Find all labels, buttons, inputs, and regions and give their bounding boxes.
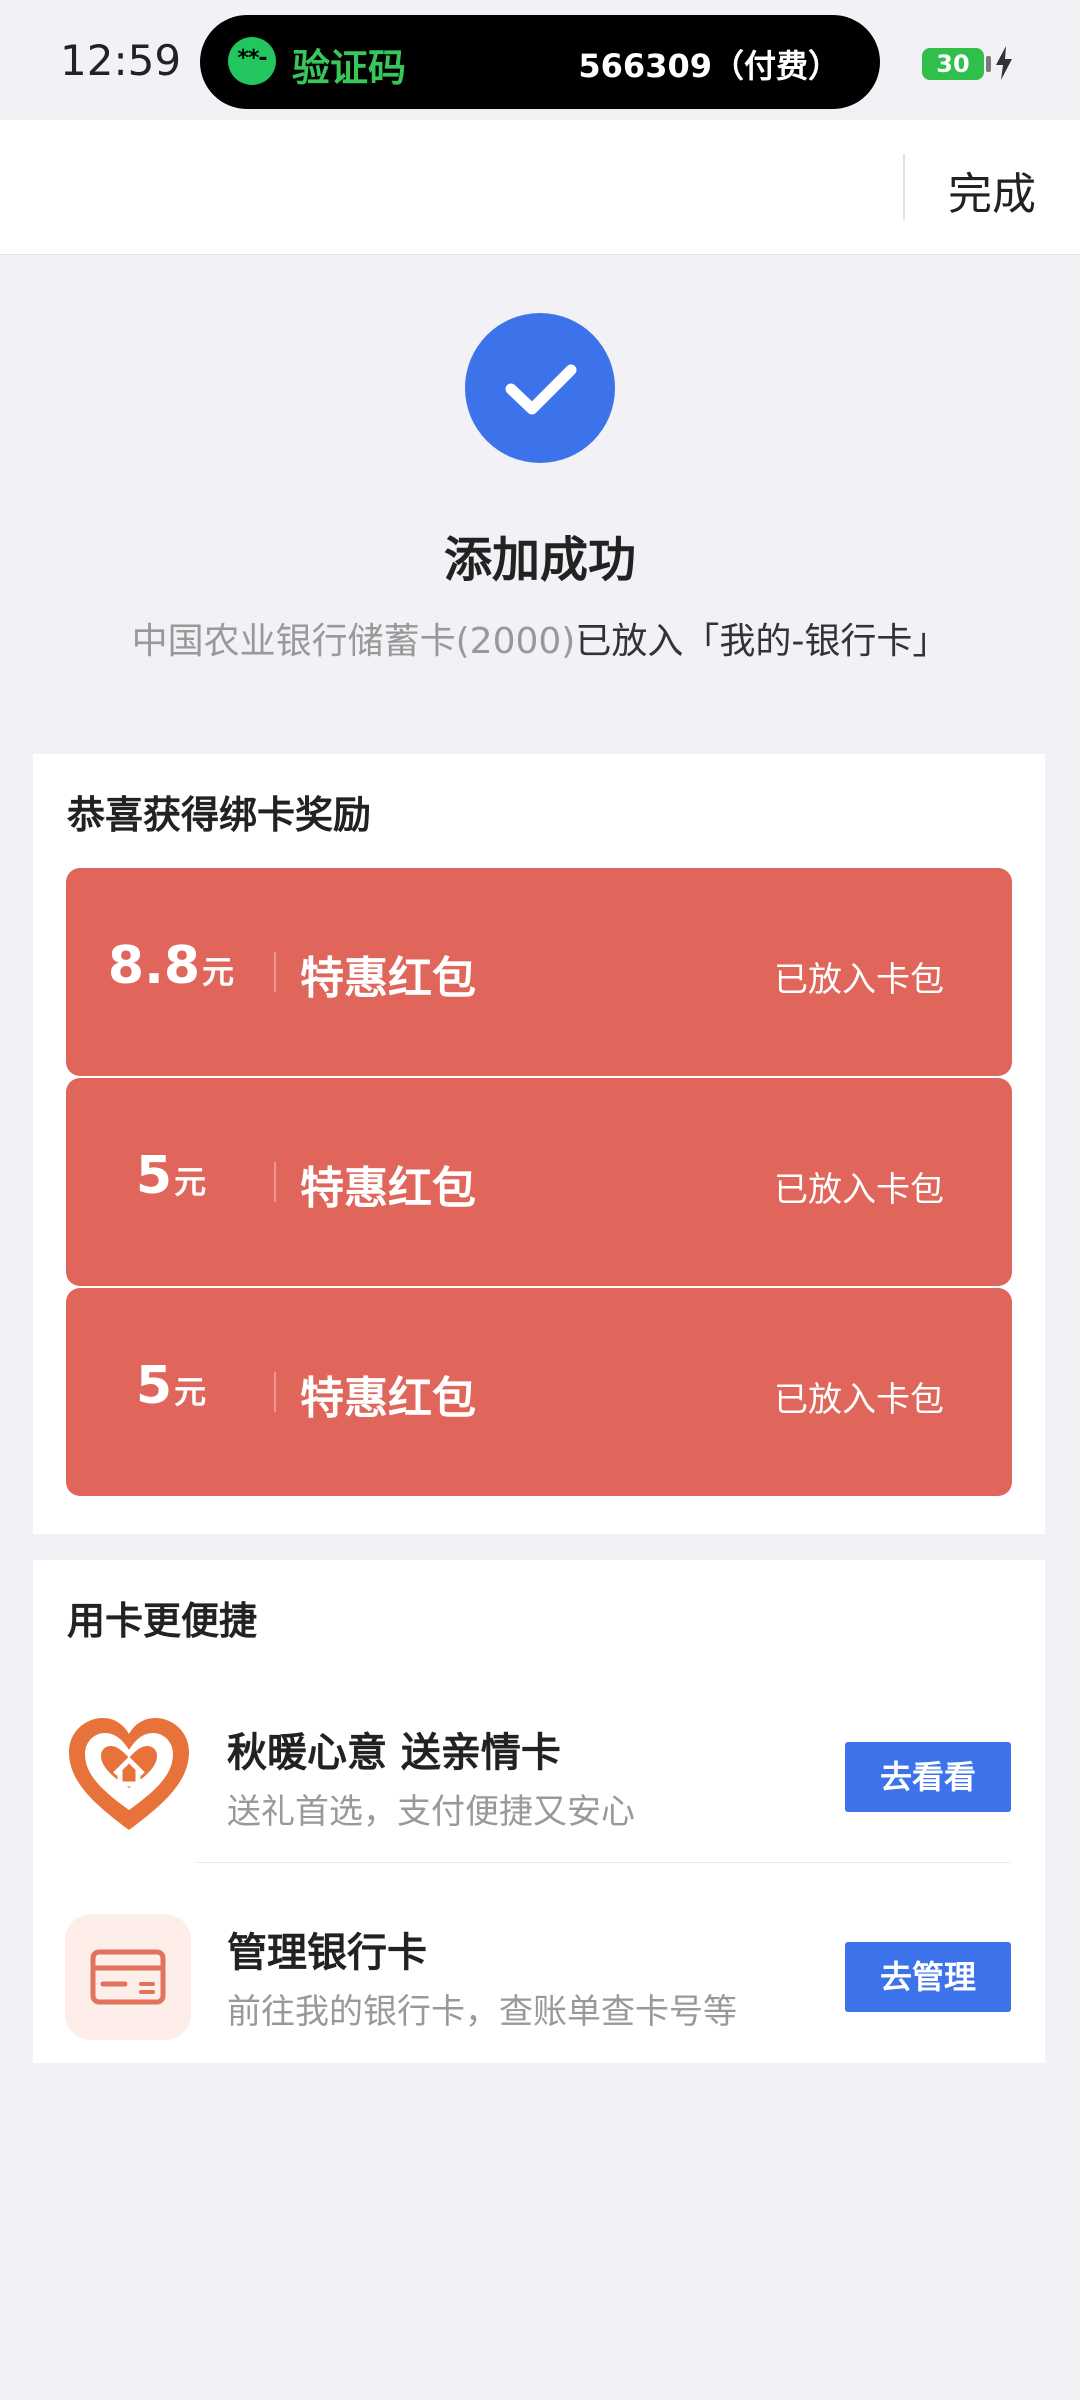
list-item-gift-card[interactable]: 秋暖心意 送亲情卡 送礼首选，支付便捷又安心 去看看 <box>33 1700 1045 1860</box>
row-subtitle: 前往我的银行卡，查账单查卡号等 <box>227 1992 737 2032</box>
status-time: 12:59 <box>60 36 182 85</box>
coupon-name: 特惠红包 <box>300 1163 476 1214</box>
success-title: 添加成功 <box>443 532 636 588</box>
coupon-name: 特惠红包 <box>300 953 476 1004</box>
card-location-text: 已放入「我的-银行卡」 <box>575 621 949 662</box>
coupon-item[interactable]: 5元 特惠红包 已放入卡包 <box>66 1078 1012 1286</box>
convenience-card: 用卡更便捷 秋暖心意 送亲情卡 送礼首选，支付便捷又安心 去看看 管理银行卡 前… <box>33 1560 1045 2063</box>
row-subtitle: 送礼首选，支付便捷又安心 <box>227 1792 635 1832</box>
coupon-amount: 5元 <box>135 1356 207 1416</box>
coupon-status: 已放入卡包 <box>774 1170 944 1210</box>
row-title: 管理银行卡 <box>227 1930 427 1976</box>
battery-icon: 30 <box>922 48 984 80</box>
status-bar: 12:59 **- 验证码 566309（付费） 30 <box>0 0 1080 120</box>
bank-card-name: 中国农业银行储蓄卡(2000) <box>131 621 576 662</box>
convenience-section-title: 用卡更便捷 <box>67 1599 258 1643</box>
sms-notification[interactable]: **- 验证码 566309（付费） <box>200 15 880 109</box>
battery-cap <box>986 56 991 72</box>
nav-divider <box>903 154 905 220</box>
coupon-name: 特惠红包 <box>300 1373 476 1424</box>
list-divider <box>195 1862 1011 1863</box>
coupon-status: 已放入卡包 <box>774 1380 944 1420</box>
coupon-amount: 5元 <box>135 1146 207 1206</box>
view-button[interactable]: 去看看 <box>845 1742 1011 1812</box>
success-description: 中国农业银行储蓄卡(2000)已放入「我的-银行卡」 <box>0 612 1080 664</box>
success-check-icon <box>465 313 615 463</box>
done-button[interactable]: 完成 <box>948 158 1036 222</box>
coupon-separator <box>274 952 276 992</box>
verification-code: 566309（付费） <box>578 47 840 85</box>
coupon-separator <box>274 1372 276 1412</box>
top-nav-bar: 完成 <box>0 120 1080 255</box>
coupon-separator <box>274 1162 276 1202</box>
manage-button[interactable]: 去管理 <box>845 1942 1011 2012</box>
message-app-icon: **- <box>228 37 276 85</box>
row-title: 秋暖心意 送亲情卡 <box>227 1730 561 1776</box>
coupon-amount: 8.8元 <box>107 936 235 996</box>
notification-title: 验证码 <box>292 46 407 90</box>
list-item-manage-cards[interactable]: 管理银行卡 前往我的银行卡，查账单查卡号等 去管理 <box>33 1900 1045 2060</box>
reward-card: 恭喜获得绑卡奖励 8.8元 特惠红包 已放入卡包 5元 特惠红包 已放入卡包 5… <box>33 754 1045 1534</box>
bank-card-icon <box>65 1914 191 2040</box>
heart-home-icon <box>65 1714 193 1834</box>
coupon-status: 已放入卡包 <box>774 960 944 1000</box>
coupon-item[interactable]: 5元 特惠红包 已放入卡包 <box>66 1288 1012 1496</box>
coupon-item[interactable]: 8.8元 特惠红包 已放入卡包 <box>66 868 1012 1076</box>
charging-icon <box>994 46 1014 88</box>
reward-section-title: 恭喜获得绑卡奖励 <box>67 793 372 837</box>
